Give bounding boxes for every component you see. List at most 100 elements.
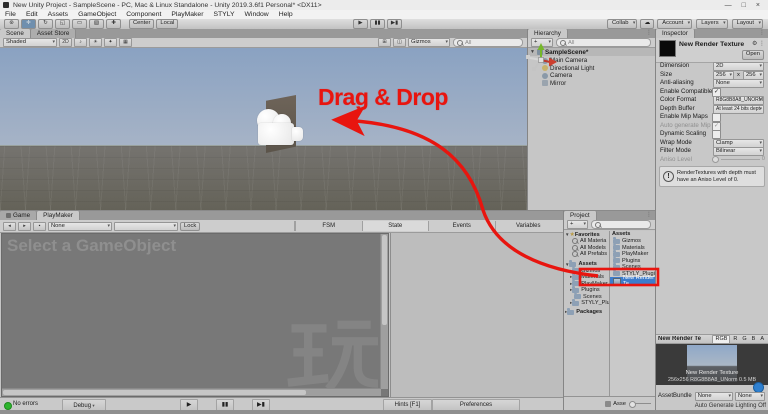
minimize-button[interactable]: — [725, 2, 732, 9]
scene-tools-button[interactable]: ⊞ [378, 38, 391, 47]
collab-dropdown[interactable]: Collab [607, 19, 638, 29]
account-dropdown[interactable]: Account [657, 19, 693, 29]
channel-rgb-button[interactable]: RGB [712, 334, 731, 344]
lock-button[interactable]: Lock [180, 221, 201, 231]
move-tool-button[interactable]: ✛ [21, 19, 36, 29]
fsm-forward-button[interactable]: ▸ [18, 221, 31, 231]
tree-styly-plugin[interactable]: ▸ STYLY_Plu [565, 299, 609, 307]
tree-packages[interactable]: ▸ Packages [565, 308, 609, 316]
pivot-local-button[interactable]: Local [156, 19, 179, 29]
scene-viewport[interactable] [0, 48, 527, 210]
tab-scene[interactable]: Scene [0, 29, 31, 38]
transform-tool-button[interactable]: ▧ [89, 19, 104, 29]
pause-button[interactable]: ▮▮ [370, 19, 385, 29]
preview-header[interactable]: New Render Te RGB R G B A [656, 334, 768, 344]
field-antialiasing: Anti-aliasing None [656, 79, 768, 88]
window-bottom-strip [0, 410, 768, 414]
auto-generate-lighting-status[interactable]: Auto Generate Lighting Off [656, 403, 766, 409]
thumbnail-size-slider[interactable] [629, 400, 651, 408]
hand-tool-button[interactable]: ⊛ [4, 19, 19, 29]
inspector-panel: Inspector ⋮ New Render Texture ⚙ ⋮ Open … [655, 29, 768, 414]
cloud-icon: ☁ [644, 20, 651, 26]
fsm-state-dropdown[interactable] [114, 221, 178, 231]
graph-vscrollbar[interactable] [380, 234, 388, 389]
fsm-stop-button[interactable]: ▪ [33, 221, 46, 231]
list-item-new-render-texture-selected[interactable]: New Render Te [610, 275, 655, 287]
scene-search-input[interactable]: All [453, 38, 523, 47]
tab-events[interactable]: Events [428, 221, 495, 231]
favorite-all-prefabs[interactable]: All Prefabs [565, 251, 609, 258]
preview-caption-name: New Render Texture [685, 370, 739, 376]
menu-file[interactable]: File [0, 11, 21, 18]
menu-assets[interactable]: Assets [43, 11, 73, 18]
hierarchy-search-input[interactable]: All [556, 38, 651, 47]
maximize-button[interactable]: □ [742, 2, 746, 9]
no-errors-icon [4, 402, 12, 410]
menu-playmaker[interactable]: PlayMaker [166, 11, 208, 18]
custom-tool-button[interactable]: ✚ [106, 19, 121, 29]
scene-grid-dropdown[interactable]: ▦ [119, 38, 132, 47]
list-item-playmaker[interactable]: PlayMaker [610, 250, 655, 258]
channel-r-button[interactable]: R [731, 336, 739, 343]
gizmos-dropdown[interactable]: Gizmos [408, 38, 450, 47]
toggle-2d-button[interactable]: 2D [59, 38, 72, 47]
hscroll-thumb[interactable] [3, 390, 307, 395]
folder-icon [572, 299, 580, 306]
channel-b-button[interactable]: B [750, 336, 758, 343]
shading-mode-dropdown[interactable]: Shaded [3, 38, 57, 47]
project-menu-icon[interactable]: ⋮ [646, 211, 655, 220]
layers-dropdown[interactable]: Layers [696, 19, 728, 29]
project-add-dropdown[interactable]: + [567, 220, 588, 229]
channel-g-button[interactable]: G [740, 336, 748, 343]
step-button[interactable]: ▶▮ [387, 19, 402, 29]
channel-a-button[interactable]: A [758, 336, 766, 343]
tab-project[interactable]: Project [564, 211, 597, 220]
tab-game[interactable]: Game [0, 211, 38, 220]
menu-help[interactable]: Help [274, 11, 298, 18]
scene-camera-dropdown[interactable]: ◫ [393, 38, 406, 47]
close-button[interactable]: × [756, 2, 760, 9]
scene-lighting-button[interactable]: ☀ [89, 38, 102, 47]
preview-body: New Render Texture 256x256 R8G8B8A8_UNor… [656, 344, 768, 385]
tab-asset-store[interactable]: Asset Store [30, 29, 77, 38]
tab-playmaker[interactable]: PlayMaker [37, 211, 80, 220]
camera-object-body[interactable] [258, 123, 294, 145]
assetbundle-dropdown[interactable]: None [694, 391, 733, 401]
tab-inspector[interactable]: Inspector [656, 29, 695, 38]
vscroll-thumb[interactable] [382, 235, 387, 325]
hierarchy-item-mirror[interactable]: Mirror [542, 80, 566, 87]
menu-window[interactable]: Window [240, 11, 274, 18]
tab-state[interactable]: State [361, 221, 428, 231]
rect-tool-button[interactable]: ▭ [72, 19, 87, 29]
hierarchy-menu-icon[interactable]: ⋮ [646, 29, 655, 38]
fsm-back-button[interactable]: ◂ [3, 221, 16, 231]
project-search-input[interactable] [591, 220, 651, 229]
play-button[interactable]: ▶ [353, 19, 368, 29]
playmaker-graph-view[interactable]: Select a GameObject [1, 233, 389, 397]
scene-audio-button[interactable]: ♪ [74, 38, 87, 47]
tab-variables[interactable]: Variables [494, 221, 562, 231]
menu-styly[interactable]: STYLY [208, 11, 239, 18]
menu-component[interactable]: Component [121, 11, 166, 18]
camera-object-lens[interactable] [292, 127, 303, 141]
layout-dropdown[interactable]: Layout [731, 19, 763, 29]
rotate-tool-button[interactable]: ↻ [38, 19, 53, 29]
tab-hierarchy[interactable]: Hierarchy [528, 29, 568, 38]
pivot-center-button[interactable]: Center [129, 19, 155, 29]
cloud-button[interactable]: ☁ [640, 19, 655, 29]
menu-gameobject[interactable]: GameObject [73, 11, 121, 18]
context-menu-icon[interactable]: ⋮ [759, 41, 765, 47]
scene-fx-dropdown[interactable]: ✦ [104, 38, 117, 47]
slider-knob[interactable] [629, 400, 636, 408]
tab-fsm[interactable]: FSM [295, 221, 362, 231]
inspector-menu-icon[interactable]: ⋮ [759, 29, 768, 38]
gear-icon[interactable]: ⚙ [752, 41, 757, 47]
favorites-header[interactable]: ▼ ★ Favorites [565, 231, 609, 239]
scene-orientation-gizmo[interactable] [524, 42, 558, 78]
menu-edit[interactable]: Edit [21, 11, 43, 18]
scale-tool-button[interactable]: ◱ [55, 19, 70, 29]
open-button[interactable]: Open [741, 50, 764, 60]
fsm-selection-dropdown[interactable]: None [48, 221, 112, 231]
assetbundle-variant-dropdown[interactable]: None [735, 391, 765, 401]
graph-hscrollbar[interactable] [2, 388, 381, 396]
